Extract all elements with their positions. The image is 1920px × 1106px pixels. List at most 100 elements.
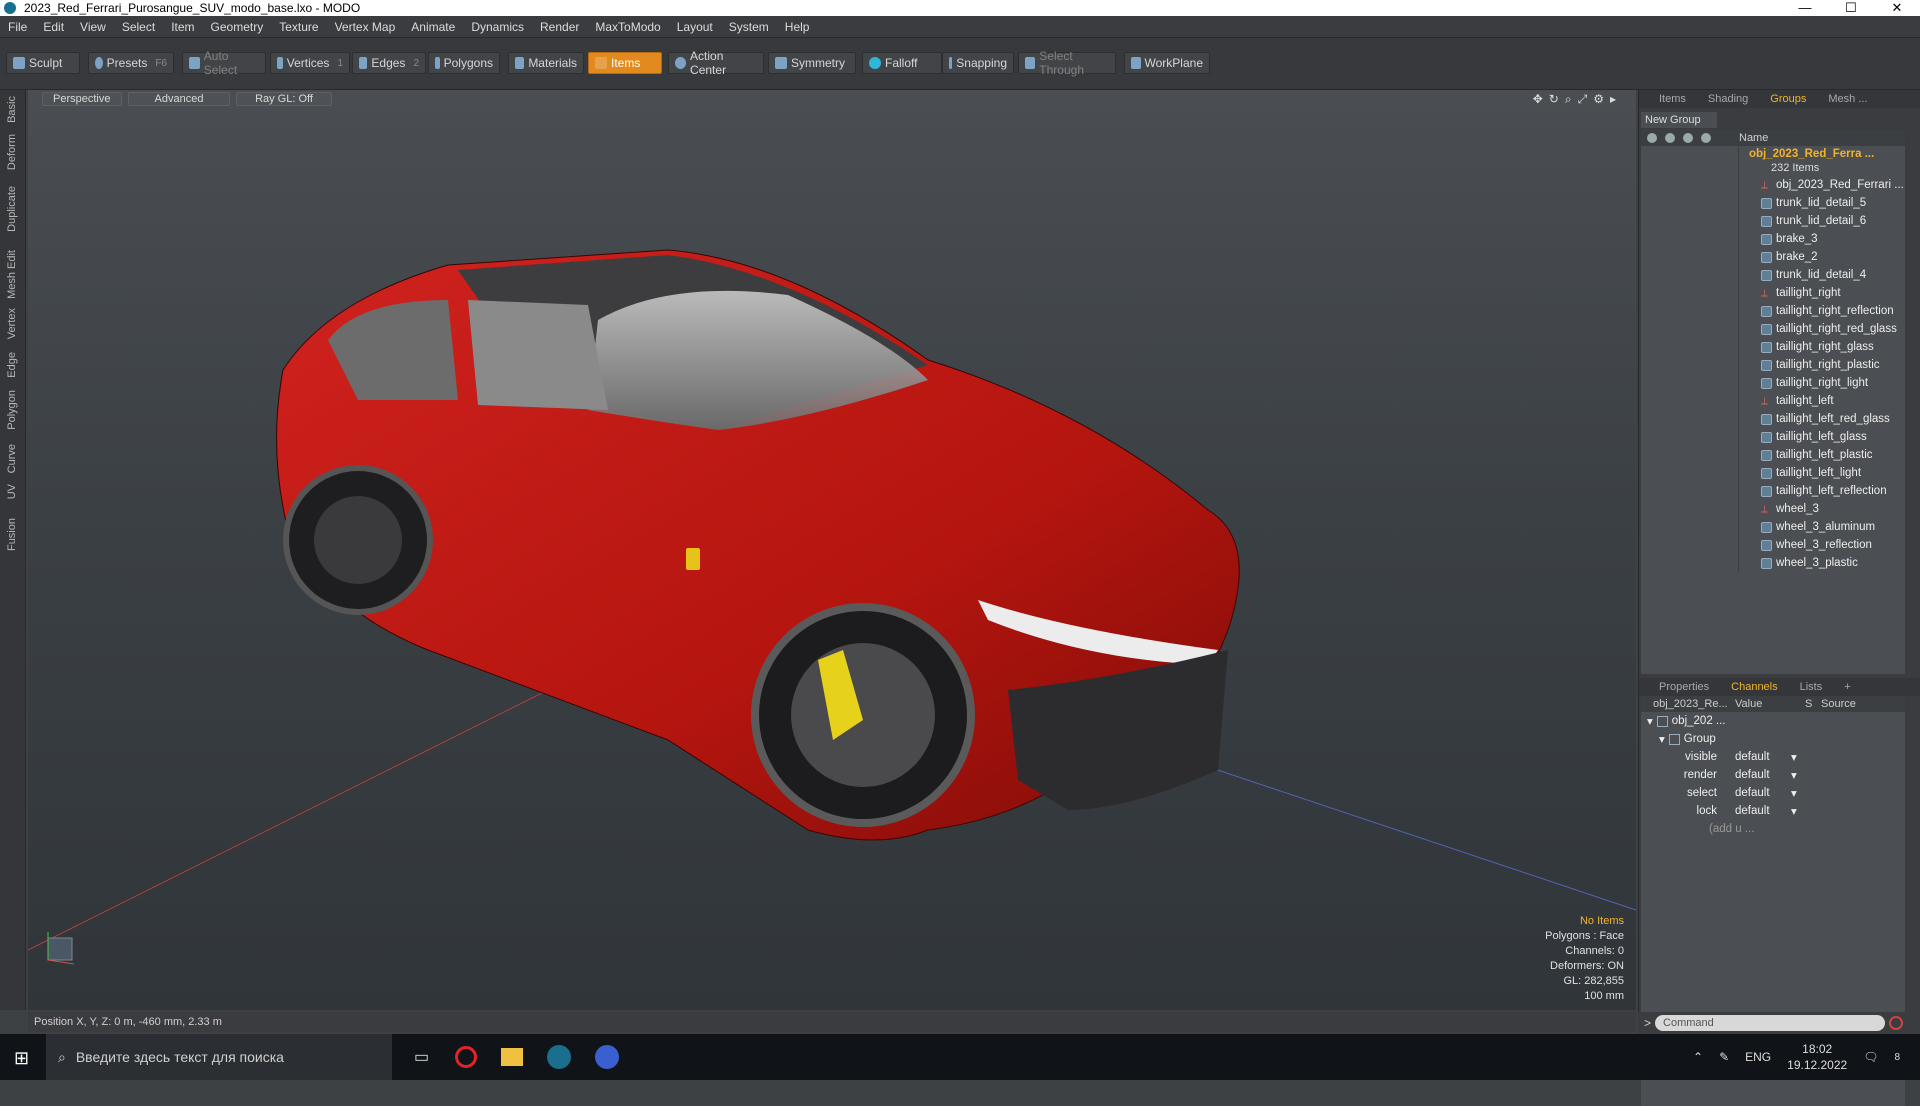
menu-view[interactable]: View — [72, 20, 114, 34]
snapping-button[interactable]: Snapping — [942, 52, 1014, 74]
tab-vertex[interactable]: Vertex — [6, 308, 18, 339]
chevron-up-icon[interactable]: ⌃ — [1693, 1050, 1703, 1064]
dropdown-arrow-icon[interactable]: ▾ — [1791, 804, 1797, 818]
items-button[interactable]: Items — [588, 52, 662, 74]
command-input[interactable]: Command — [1655, 1015, 1886, 1031]
tab-fusion[interactable]: Fusion — [6, 518, 18, 551]
menu-maxtomodo[interactable]: MaxToModo — [587, 20, 668, 34]
dropdown-arrow-icon[interactable]: ▾ — [1791, 750, 1797, 764]
group-item-row[interactable]: brake_2 — [1641, 248, 1905, 266]
taskbar-search[interactable]: ⌕ Введите здесь текст для поиска — [46, 1034, 392, 1080]
tab-duplicate[interactable]: Duplicate — [6, 186, 18, 232]
group-item-row[interactable]: trunk_lid_detail_4 — [1641, 266, 1905, 284]
materials-button[interactable]: Materials — [508, 52, 584, 74]
group-item-row[interactable]: ⟂ taillight_right — [1641, 284, 1905, 302]
channels-s-header[interactable]: S — [1805, 698, 1821, 710]
group-item-row[interactable]: trunk_lid_detail_5 — [1641, 194, 1905, 212]
group-item-row[interactable]: taillight_left_red_glass — [1641, 410, 1905, 428]
3d-viewport[interactable]: Perspective Advanced Ray GL: Off ✥ ↻ ⌕ ⤢… — [28, 90, 1636, 1010]
channel-value[interactable]: default — [1731, 769, 1791, 781]
task-view-icon[interactable]: ▭ — [414, 1047, 429, 1067]
tab-groups[interactable]: Groups — [1760, 91, 1816, 107]
tab-mesh-edit[interactable]: Mesh Edit — [6, 250, 18, 299]
menu-system[interactable]: System — [721, 20, 777, 34]
menu-vertex-map[interactable]: Vertex Map — [327, 20, 404, 34]
auto-select-button[interactable]: Auto Select — [182, 49, 266, 77]
group-item-row[interactable]: taillight_left_glass — [1641, 428, 1905, 446]
clock[interactable]: 18:02 19.12.2022 — [1787, 1041, 1847, 1073]
workplane-button[interactable]: WorkPlane — [1124, 52, 1210, 74]
tab-polygon[interactable]: Polygon — [6, 390, 18, 430]
group-item-row[interactable]: trunk_lid_detail_6 — [1641, 212, 1905, 230]
record-icon[interactable] — [1889, 1016, 1904, 1030]
menu-render[interactable]: Render — [532, 20, 587, 34]
tab-channels[interactable]: Channels — [1721, 679, 1787, 695]
language-indicator[interactable]: ENG — [1745, 1050, 1771, 1064]
group-item-row[interactable]: ⟂ obj_2023_Red_Ferrari ... — [1641, 176, 1905, 194]
add-user-channel[interactable]: (add u ... — [1641, 820, 1905, 838]
channels-value-header[interactable]: Value — [1731, 698, 1805, 710]
symmetry-button[interactable]: Symmetry — [768, 52, 856, 74]
falloff-button[interactable]: Falloff — [862, 52, 942, 74]
windows-start-icon[interactable]: ⊞ — [14, 1048, 29, 1069]
dropdown-arrow-icon[interactable]: ▾ — [1791, 768, 1797, 782]
tab-deform[interactable]: Deform — [6, 134, 18, 170]
maximize-icon[interactable]: ☐ — [1828, 0, 1874, 16]
close-icon[interactable]: ✕ — [1874, 0, 1920, 16]
vertices-button[interactable]: Vertices 1 — [270, 52, 350, 74]
group-item-row[interactable]: taillight_right_light — [1641, 374, 1905, 392]
group-item-row[interactable]: taillight_right_plastic — [1641, 356, 1905, 374]
opera-icon[interactable] — [455, 1046, 478, 1068]
channel-row-visible[interactable]: visible default ▾ — [1641, 748, 1905, 766]
file-explorer-icon[interactable] — [501, 1048, 524, 1066]
group-root-row[interactable]: obj_2023_Red_Ferra ... 232 Items — [1641, 146, 1905, 176]
minimize-icon[interactable]: — — [1782, 0, 1828, 16]
tab-mesh[interactable]: Mesh ... — [1818, 91, 1877, 107]
channel-root-row[interactable]: ▾ obj_202 ... — [1641, 712, 1905, 730]
pen-icon[interactable]: ✎ — [1719, 1050, 1729, 1064]
menu-item[interactable]: Item — [163, 20, 202, 34]
tab-uv[interactable]: UV — [6, 484, 18, 499]
tab-lists[interactable]: Lists — [1790, 679, 1833, 695]
select-through-button[interactable]: Select Through — [1018, 49, 1116, 77]
channels-source-header[interactable]: Source — [1821, 698, 1856, 710]
lock-column-icon[interactable] — [1701, 133, 1711, 143]
presets-button[interactable]: Presets F6 — [88, 52, 174, 74]
group-item-row[interactable]: ⟂ wheel_3 — [1641, 500, 1905, 518]
group-item-row[interactable]: taillight_left_reflection — [1641, 482, 1905, 500]
group-item-row[interactable]: taillight_left_light — [1641, 464, 1905, 482]
select-column-icon[interactable] — [1683, 133, 1693, 143]
channel-value[interactable]: default — [1731, 751, 1791, 763]
modo-taskbar-icon[interactable] — [547, 1045, 572, 1069]
menu-dynamics[interactable]: Dynamics — [463, 20, 532, 34]
group-item-row[interactable]: taillight_right_red_glass — [1641, 320, 1905, 338]
notifications-icon[interactable]: 🗨 — [1863, 1050, 1878, 1064]
group-item-row[interactable]: ⟂ taillight_left — [1641, 392, 1905, 410]
group-item-row[interactable]: taillight_left_plastic — [1641, 446, 1905, 464]
channel-value[interactable]: default — [1731, 787, 1791, 799]
menu-layout[interactable]: Layout — [669, 20, 721, 34]
menu-help[interactable]: Help — [777, 20, 818, 34]
menu-animate[interactable]: Animate — [403, 20, 463, 34]
tab-properties[interactable]: Properties — [1649, 679, 1719, 695]
render-column-icon[interactable] — [1665, 133, 1675, 143]
tab-edge[interactable]: Edge — [6, 352, 18, 378]
group-item-row[interactable]: taillight_right_reflection — [1641, 302, 1905, 320]
group-item-row[interactable]: taillight_right_glass — [1641, 338, 1905, 356]
menu-file[interactable]: File — [0, 20, 35, 34]
group-item-row[interactable]: brake_3 — [1641, 230, 1905, 248]
menu-geometry[interactable]: Geometry — [203, 20, 272, 34]
sculpt-button[interactable]: Sculpt — [6, 52, 80, 74]
channel-value[interactable]: default — [1731, 805, 1791, 817]
group-list[interactable]: Name obj_2023_Red_Ferra ... 232 Items ⟂ o… — [1641, 130, 1905, 674]
visibility-column-icon[interactable] — [1647, 133, 1657, 143]
dropdown-arrow-icon[interactable]: ▾ — [1791, 786, 1797, 800]
name-column-header[interactable]: Name — [1739, 132, 1768, 144]
channel-row-lock[interactable]: lock default ▾ — [1641, 802, 1905, 820]
action-center-button[interactable]: Action Center — [668, 49, 764, 77]
channel-row-select[interactable]: select default ▾ — [1641, 784, 1905, 802]
menu-select[interactable]: Select — [114, 20, 163, 34]
polygons-button[interactable]: Polygons — [428, 52, 500, 74]
group-item-row[interactable]: wheel_3_aluminum — [1641, 518, 1905, 536]
group-item-row[interactable]: wheel_3_reflection — [1641, 536, 1905, 554]
